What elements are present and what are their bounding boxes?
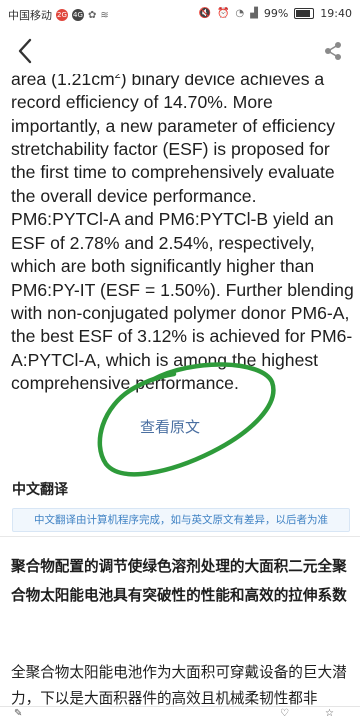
translation-disclaimer: 中文翻译由计算机程序完成，如与英文原文有差异，以后者为准 [12, 508, 350, 532]
like-icon[interactable]: ♡ [280, 708, 289, 719]
view-original-link[interactable]: 查看原文 [140, 416, 200, 437]
carrier-label: 中国移动 [8, 9, 52, 22]
translated-body: 全聚合物太阳能电池作为大面积可穿戴设备的巨大潜力，下以是大面积器件的高效且机械柔… [11, 664, 347, 707]
abstract-text: area (1.21cm2) binary device achieves a … [11, 74, 356, 396]
signal-hd-icon: ≋ [100, 9, 109, 21]
alarm-icon: ⏰ [216, 8, 230, 19]
chevron-left-icon [18, 38, 32, 64]
article-content: area (1.21cm2) binary device achieves a … [0, 74, 360, 720]
divider [0, 536, 360, 537]
status-left: 中国移动 2G 4G ✿ ≋ [8, 7, 109, 23]
share-icon [325, 42, 341, 60]
battery-icon [294, 8, 315, 19]
bottom-bar: ✎ ♡ ☆ [0, 706, 360, 721]
edit-icon[interactable]: ✎ [14, 708, 22, 719]
status-bar: 中国移动 2G 4G ✿ ≋ 🔇 ⏰ ◔ ▟ 99% 19:40 [0, 0, 360, 28]
signal-icon: ▟ [250, 8, 258, 19]
status-right: 🔇 ⏰ ◔ ▟ 99% 19:40 [199, 7, 353, 20]
favorite-icon[interactable]: ☆ [325, 708, 334, 719]
wifi-icon: ◔ [235, 8, 245, 19]
battery-percent: 99% [263, 7, 289, 20]
mute-icon: 🔇 [198, 8, 211, 19]
back-button[interactable] [8, 32, 42, 70]
translated-title: 聚合物配置的调节使绿色溶剂处理的大面积二元全聚合物太阳能电池具有突破性的性能和高… [11, 558, 347, 604]
top-toolbar [0, 28, 360, 74]
share-button[interactable] [316, 32, 350, 70]
notification-badge: 2G [56, 9, 68, 21]
abstract-text-start: area (1.21cm [11, 74, 115, 89]
weibo-icon: ✿ [88, 9, 97, 21]
translation-section-title: 中文翻译 [12, 482, 68, 498]
notification-badge: 4G [72, 9, 84, 21]
clock: 19:40 [320, 7, 352, 20]
abstract-text-rest: ) binary device achieves a record effici… [11, 74, 354, 394]
